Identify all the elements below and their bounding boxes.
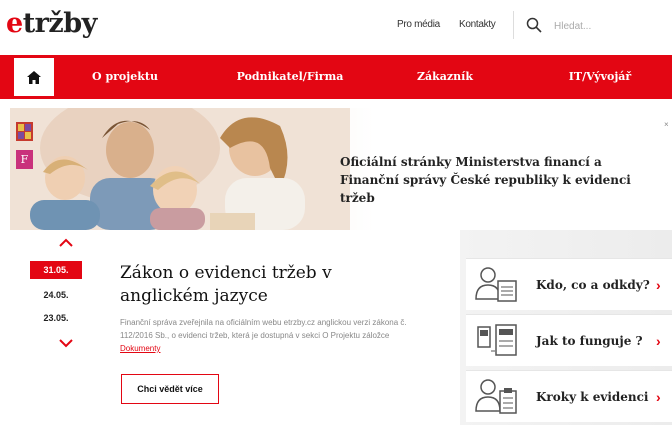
news-title: Zákon o evidenci tržeb v anglickém jazyc… xyxy=(120,263,332,306)
home-button[interactable] xyxy=(14,58,54,96)
terminal-register-icon xyxy=(477,324,517,356)
side-item-label: Jak to funguje ? xyxy=(536,334,643,348)
side-item-jak-to-funguje[interactable]: Jak to funguje ? › xyxy=(466,314,672,366)
person-document-icon xyxy=(475,267,517,302)
family-photo xyxy=(10,108,350,230)
hero-text: Oficiální stránky Ministerstva financí a… xyxy=(340,155,631,205)
more-info-button[interactable]: Chci vědět více xyxy=(121,374,219,404)
ministry-emblem-icon xyxy=(16,122,33,141)
side-item-kroky-k-evidenci[interactable]: Kroky k evidenci › xyxy=(466,370,672,422)
chevron-down-icon[interactable] xyxy=(58,338,74,348)
chevron-up-icon[interactable] xyxy=(58,238,74,248)
financni-sprava-logo: F xyxy=(16,150,33,169)
dokumenty-link[interactable]: Dokumenty xyxy=(120,344,160,353)
home-icon xyxy=(27,70,41,84)
logo-text: tržby xyxy=(22,8,98,39)
chevron-right-icon: › xyxy=(656,333,661,349)
link-kontakty[interactable]: Kontakty xyxy=(459,19,496,30)
close-icon[interactable]: × xyxy=(664,120,669,129)
news-body: Finanční správa zveřejnila na oficiálním… xyxy=(120,316,410,355)
logo[interactable]: etržby xyxy=(6,8,97,39)
person-checklist-icon xyxy=(475,379,517,414)
nav-podnikatel-firma[interactable]: Podnikatel/Firma xyxy=(220,55,360,99)
search-icon[interactable] xyxy=(526,17,542,33)
link-pro-media[interactable]: Pro média xyxy=(397,19,440,30)
news-date-item[interactable]: 31.05. xyxy=(30,261,82,279)
news-body-text: Finanční správa zveřejnila na oficiálním… xyxy=(120,318,407,340)
chevron-right-icon: › xyxy=(656,389,661,405)
side-item-label: Kdo, co a odkdy? xyxy=(536,278,650,292)
news-date-item[interactable]: 24.05. xyxy=(30,286,82,304)
chevron-right-icon: › xyxy=(656,277,661,293)
logo-accent: e xyxy=(6,8,23,39)
nav-zakaznik[interactable]: Zákazník xyxy=(390,55,500,99)
search-box xyxy=(513,11,672,39)
side-item-label: Kroky k evidenci xyxy=(536,390,649,404)
news-date-item[interactable]: 23.05. xyxy=(30,309,82,327)
search-input[interactable] xyxy=(552,17,666,35)
nav-o-projektu[interactable]: O projektu xyxy=(70,55,180,99)
side-item-kdo-co-odkdy[interactable]: Kdo, co a odkdy? › xyxy=(466,258,672,310)
nav-it-vyvojar[interactable]: IT/Vývojář xyxy=(545,55,655,99)
